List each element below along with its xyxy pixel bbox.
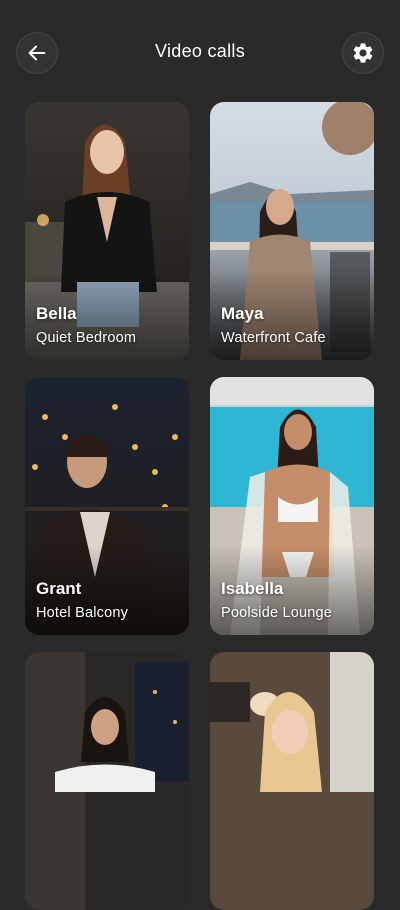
contact-name: Maya <box>221 304 264 323</box>
contact-photo <box>210 652 374 910</box>
contact-location: Quiet Bedroom <box>36 330 137 346</box>
contact-name: Bella <box>36 304 77 323</box>
contact-name: Grant <box>36 579 82 598</box>
contact-card[interactable] <box>210 652 374 910</box>
page-title: Video calls <box>154 41 246 61</box>
gear-icon <box>353 43 373 63</box>
contact-card[interactable] <box>25 652 189 910</box>
contact-card-bella[interactable]: Bella Quiet Bedroom <box>25 102 189 360</box>
contact-card-isabella[interactable]: Isabella Poolside Lounge <box>210 377 374 635</box>
contact-photo <box>25 652 189 910</box>
contact-card-maya[interactable]: Maya Waterfront Cafe <box>210 102 374 360</box>
settings-button[interactable] <box>342 32 384 74</box>
contact-card-grant[interactable]: Grant Hotel Balcony <box>25 377 189 635</box>
contact-location: Waterfront Cafe <box>221 330 326 346</box>
contact-location: Hotel Balcony <box>36 605 129 621</box>
contact-name: Isabella <box>221 579 284 598</box>
header: Video calls <box>0 0 400 104</box>
contact-location: Poolside Lounge <box>221 605 333 621</box>
